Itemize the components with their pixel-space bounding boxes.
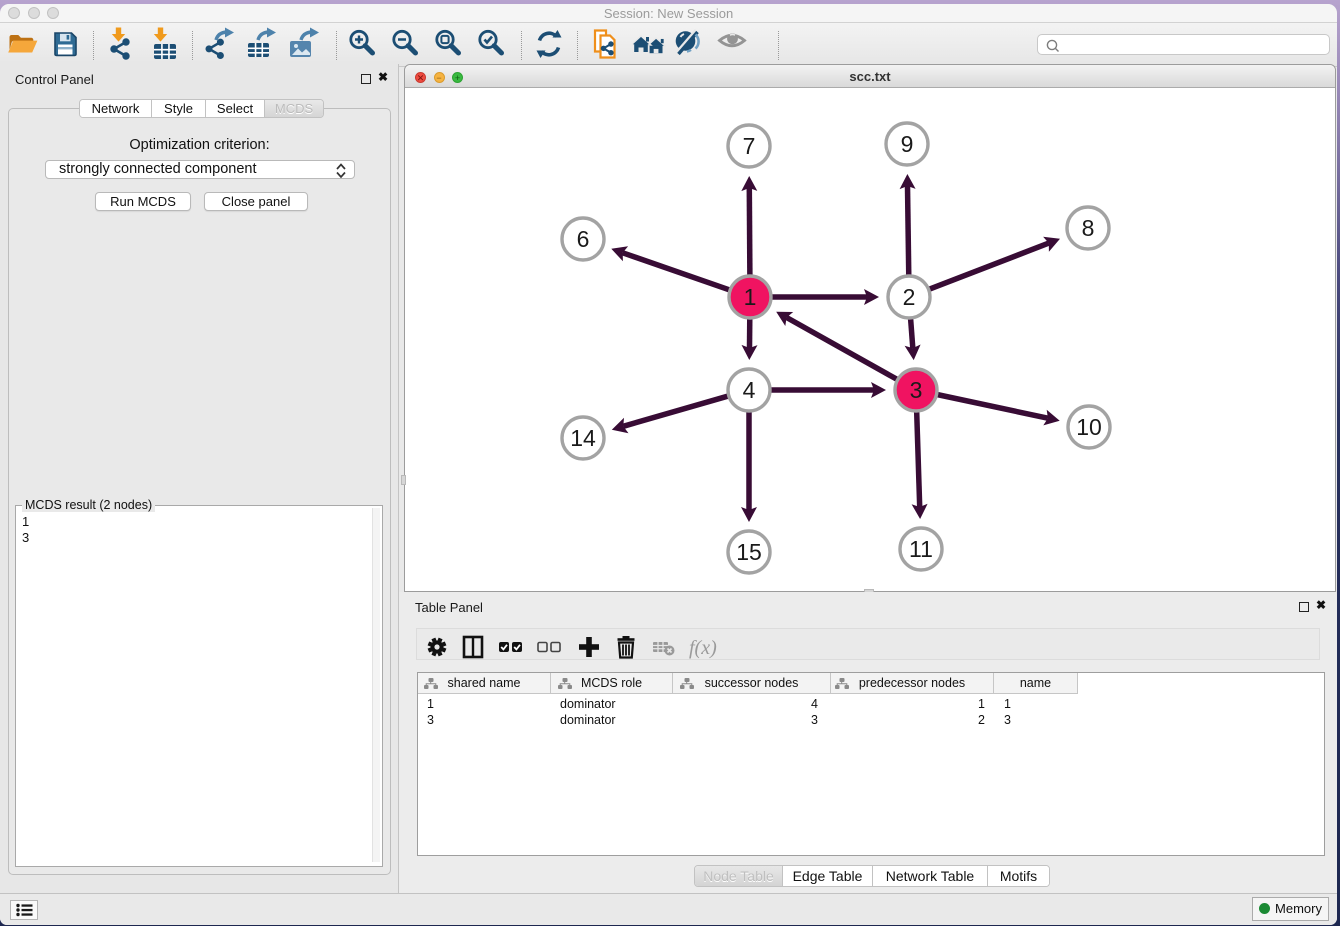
svg-text:4: 4 [743,377,756,403]
svg-text:3: 3 [910,377,923,403]
svg-text:7: 7 [743,133,756,159]
svg-text:11: 11 [909,536,933,562]
svg-text:8: 8 [1082,215,1095,241]
svg-text:f(x): f(x) [689,637,717,659]
svg-text:14: 14 [570,425,596,451]
svg-text:6: 6 [577,226,590,252]
svg-text:2: 2 [903,284,916,310]
svg-text:9: 9 [901,131,914,157]
svg-text:10: 10 [1076,414,1102,440]
svg-text:1: 1 [744,284,757,310]
svg-text:15: 15 [736,539,762,565]
